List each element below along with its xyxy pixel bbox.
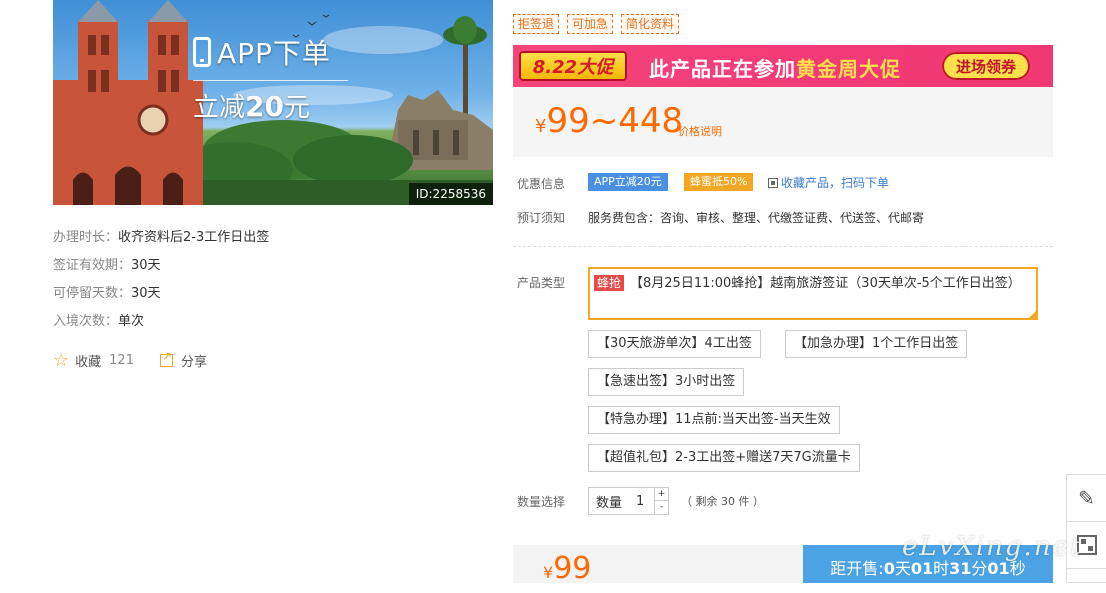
decrement-button[interactable]: -: [655, 501, 668, 514]
feedback-button[interactable]: ✎: [1067, 475, 1106, 522]
price-range-value: 99~448: [546, 101, 684, 141]
favorite-scan-link[interactable]: 收藏产品，扫码下单: [768, 174, 889, 191]
section-divider: [513, 246, 1053, 247]
product-type-label: 产品类型: [517, 276, 566, 290]
tag-simplified-docs: 简化资料: [621, 14, 680, 34]
selected-check-corner: [1029, 311, 1036, 318]
product-option-label: 【8月25日11:00蜂抢】越南旅游签证（30天单次-5个工作日出签）: [630, 276, 1021, 291]
info-value: 单次: [118, 314, 145, 329]
app-discount-pill: APP立减20元: [588, 173, 668, 191]
product-option[interactable]: 【超值礼包】2-3工出签+赠送7天7G流量卡: [588, 444, 860, 472]
info-label: 签证有效期：: [53, 258, 132, 273]
phone-icon: [193, 37, 211, 67]
product-option[interactable]: 【特急办理】11点前:当天出签-当天生效: [588, 406, 840, 434]
product-option[interactable]: 【加急办理】1个工作日出签: [785, 330, 968, 358]
honey-discount-pill: 蜂蜜抵50%: [684, 173, 754, 191]
banner-text-highlight: 黄金周大促: [796, 57, 901, 81]
discount-amount: 20: [245, 90, 284, 123]
currency-symbol: ¥: [543, 563, 554, 582]
discount-label: 优惠信息: [517, 177, 566, 191]
banner-text: 此产品正在参加黄金周大促: [649, 53, 901, 82]
favorite-button[interactable]: 收藏: [75, 351, 101, 370]
quantity-stepper[interactable]: 数量 1 + -: [588, 487, 669, 515]
bottom-price: ¥99: [543, 551, 591, 586]
app-promo-overlay: APP下单 立减20元: [193, 32, 413, 124]
promo-divider: [193, 80, 348, 81]
star-icon[interactable]: ☆: [53, 350, 69, 371]
qr-code-icon: [768, 177, 778, 188]
bottom-price-value: 99: [553, 551, 592, 586]
quantity-box-label: 数量: [596, 495, 623, 511]
info-value: 30天: [131, 286, 161, 301]
app-discount-text: 立减20元: [193, 87, 413, 124]
flash-sale-tag: 蜂抢: [594, 275, 625, 291]
info-row-validity: 签证有效期：30天: [53, 257, 269, 285]
watermark: eLvXing.net: [902, 532, 1083, 562]
price-block: ¥99~448 价格说明: [513, 87, 1053, 157]
tag-expedite-available: 可加急: [567, 14, 614, 34]
feature-tags: 拒签退 可加急 简化资料: [513, 14, 680, 34]
price-range: ¥99~448: [535, 101, 683, 141]
price-explanation-link[interactable]: 价格说明: [678, 123, 722, 139]
quantity-label: 数量选择: [517, 495, 566, 509]
promo-banner[interactable]: 8.22大促 此产品正在参加黄金周大促 进场领券: [513, 45, 1053, 87]
banner-text-before: 此产品正在参加: [649, 57, 796, 81]
quantity-input[interactable]: 1: [636, 494, 644, 509]
currency-symbol: ¥: [535, 116, 547, 137]
countdown-days: 0: [883, 559, 895, 578]
favorite-scan-text[interactable]: 收藏产品，扫码下单: [781, 174, 889, 191]
product-option-selected[interactable]: 蜂抢 【8月25日11:00蜂抢】越南旅游签证（30天单次-5个工作日出签）: [588, 267, 1038, 320]
pencil-icon: ✎: [1078, 486, 1095, 510]
increment-button[interactable]: +: [655, 488, 668, 501]
product-hero-image[interactable]: APP下单 立减20元 ID:2258536: [53, 0, 493, 205]
sale-badge: 8.22大促: [519, 51, 627, 81]
info-label: 入境次数：: [53, 314, 119, 329]
info-value: 30天: [131, 258, 161, 273]
info-value: 收齐资料后2-3工作日出签: [118, 230, 270, 245]
info-row-processing-time: 办理时长：收齐资料后2-3工作日出签: [53, 229, 269, 257]
booking-notice-label: 预订须知: [517, 211, 566, 225]
app-order-label: APP下单: [193, 32, 413, 72]
get-coupon-button[interactable]: 进场领券: [942, 52, 1030, 80]
stepper-controls: + -: [654, 488, 668, 514]
discount-suffix: 元: [283, 93, 310, 123]
product-option[interactable]: 【急速出签】3小时出签: [588, 368, 745, 396]
floating-toolbar: ✎: [1066, 474, 1106, 583]
product-option[interactable]: 【30天旅游单次】4工出签: [588, 330, 761, 358]
tag-refund-on-rejection: 拒签退: [513, 14, 560, 34]
info-row-entries: 入境次数：单次: [53, 313, 269, 341]
info-label: 可停留天数：: [53, 286, 132, 301]
favorite-count: 121: [109, 353, 134, 368]
app-order-text: APP下单: [217, 37, 331, 70]
remaining-stock: （ 剩余 30 件 ）: [681, 495, 764, 508]
info-label: 办理时长：: [53, 230, 119, 245]
countdown-prefix: 距开售:: [830, 559, 884, 578]
booking-notice-text: 服务费包含：咨询、审核、整理、代缴签证费、代送签、代邮寄: [588, 211, 925, 225]
product-id-badge: ID:2258536: [408, 183, 493, 205]
bottom-price-bar: ¥99: [513, 545, 803, 586]
discount-prefix: 立减: [193, 93, 246, 123]
visa-info-list: 办理时长：收齐资料后2-3工作日出签 签证有效期：30天 可停留天数：30天 入…: [53, 229, 269, 341]
product-actions: ☆ 收藏 121 分享: [53, 349, 207, 371]
info-row-stay-days: 可停留天数：30天: [53, 285, 269, 313]
share-icon[interactable]: [159, 349, 173, 367]
share-button[interactable]: 分享: [181, 351, 207, 370]
